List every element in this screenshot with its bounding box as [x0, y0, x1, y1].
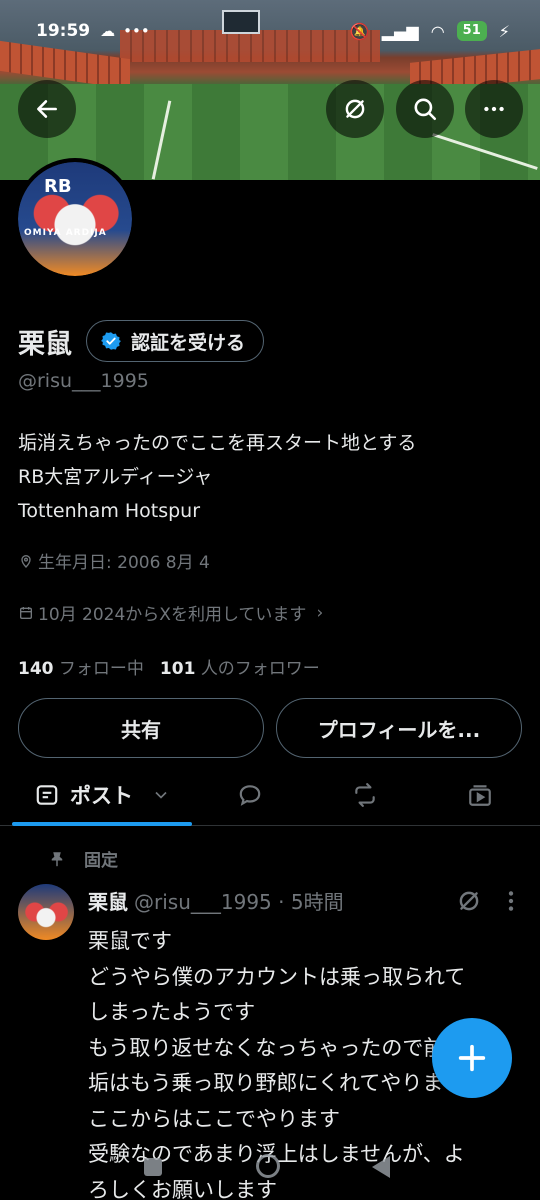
post-author-avatar[interactable]	[18, 884, 74, 940]
recents-icon[interactable]	[144, 1158, 162, 1176]
battery-icon: 51	[456, 21, 487, 41]
post-author-name[interactable]: 栗鼠	[88, 886, 128, 915]
following-link[interactable]: 140 フォロー中	[18, 654, 144, 679]
post-grok-icon[interactable]	[456, 888, 482, 914]
home-icon[interactable]	[256, 1154, 280, 1178]
plus-icon	[458, 1044, 486, 1072]
bio-line: Tottenham Hotspur	[18, 500, 201, 522]
posts-icon	[36, 785, 58, 805]
joined-row[interactable]: 10月 2024からXを利用しています ›	[18, 600, 323, 625]
chevron-right-icon: ›	[316, 602, 324, 623]
post-more-icon[interactable]	[498, 888, 524, 914]
tab-posts-label: ポスト	[70, 784, 133, 808]
grok-icon	[345, 99, 365, 119]
followers-label: 人のフォロワー	[200, 659, 320, 679]
profile-avatar[interactable]: RB OMIYA ARDIJA	[14, 158, 136, 280]
status-time: 19:59	[36, 21, 91, 41]
pinned-label: 固定	[84, 851, 118, 871]
profile-name-row: 栗鼠 認証を受ける	[18, 320, 265, 362]
display-name: 栗鼠	[18, 328, 72, 360]
moment-icon: ☁	[100, 22, 116, 40]
repost-icon	[355, 783, 375, 807]
post-handle-time: @risu___1995 · 5時間	[134, 890, 344, 914]
avatar-ring-text: OMIYA ARDIJA	[24, 228, 107, 238]
get-verified-label: 認証を受ける	[131, 331, 246, 354]
birthday-row: 生年月日: 2006 8月 4	[18, 548, 210, 573]
chevron-down-icon	[155, 791, 167, 799]
joined-text: 10月 2024からXを利用しています	[38, 605, 307, 625]
following-label: フォロー中	[58, 659, 144, 679]
followers-count: 101	[159, 659, 196, 679]
signal-icon: ▂▄▆	[381, 21, 419, 41]
location-pin-icon	[21, 554, 31, 568]
back-button[interactable]	[18, 80, 76, 138]
search-icon	[414, 98, 437, 121]
grok-button[interactable]	[326, 80, 384, 138]
mute-icon: 🔕	[349, 21, 370, 41]
status-left-icons: ☁ •••	[100, 22, 150, 40]
search-button[interactable]	[396, 80, 454, 138]
pin-icon	[51, 851, 63, 866]
edit-profile-button[interactable]: プロフィールを...	[276, 698, 522, 758]
avatar-logo-text: RB	[44, 176, 72, 197]
share-button[interactable]: 共有	[18, 698, 264, 758]
media-icon	[469, 785, 491, 806]
following-count: 140	[18, 659, 54, 679]
charging-icon: ⚡	[498, 21, 510, 41]
status-right-icons: 🔕 ▂▄▆ ◠ 51 ⚡	[350, 21, 510, 41]
tab-replies[interactable]	[237, 766, 263, 824]
status-bar: 19:59 ☁ ••• 🔕 ▂▄▆ ◠ 51 ⚡	[0, 0, 540, 62]
more-horizontal-icon	[484, 106, 504, 112]
active-tab-indicator	[12, 822, 192, 826]
get-verified-button[interactable]: 認証を受ける	[86, 320, 265, 362]
verified-badge-icon	[101, 332, 121, 350]
profile-bio: 垢消えちゃったのでここを再スタート地とする RB大宮アルディージャ Totten…	[18, 426, 416, 528]
system-nav-bar	[0, 1150, 540, 1200]
back-triangle-icon[interactable]	[372, 1156, 390, 1178]
birthday-text: 生年月日: 2006 8月 4	[38, 553, 210, 573]
profile-handle: @risu___1995	[18, 370, 149, 392]
tab-media[interactable]	[467, 766, 493, 824]
pinned-indicator: 固定	[48, 846, 118, 871]
follow-stats: 140 フォロー中 101 人のフォロワー	[18, 654, 320, 679]
more-dots-icon: •••	[123, 22, 150, 40]
compose-post-button[interactable]	[432, 1018, 512, 1098]
more-button[interactable]	[465, 80, 523, 138]
post-header: 栗鼠 @risu___1995 · 5時間	[88, 886, 344, 915]
reply-icon	[239, 785, 261, 806]
tab-posts[interactable]: ポスト	[34, 766, 171, 824]
wifi-icon: ◠	[430, 21, 445, 41]
bio-line: RB大宮アルディージャ	[18, 466, 213, 488]
arrow-left-icon	[37, 100, 57, 118]
calendar-icon	[20, 606, 32, 619]
profile-tabs: ポスト	[0, 766, 540, 826]
tab-reposts[interactable]	[352, 766, 378, 824]
bio-line: 垢消えちゃったのでここを再スタート地とする	[18, 432, 417, 454]
avatar-image: RB OMIYA ARDIJA	[18, 162, 132, 276]
followers-link[interactable]: 101 人のフォロワー	[160, 654, 320, 679]
